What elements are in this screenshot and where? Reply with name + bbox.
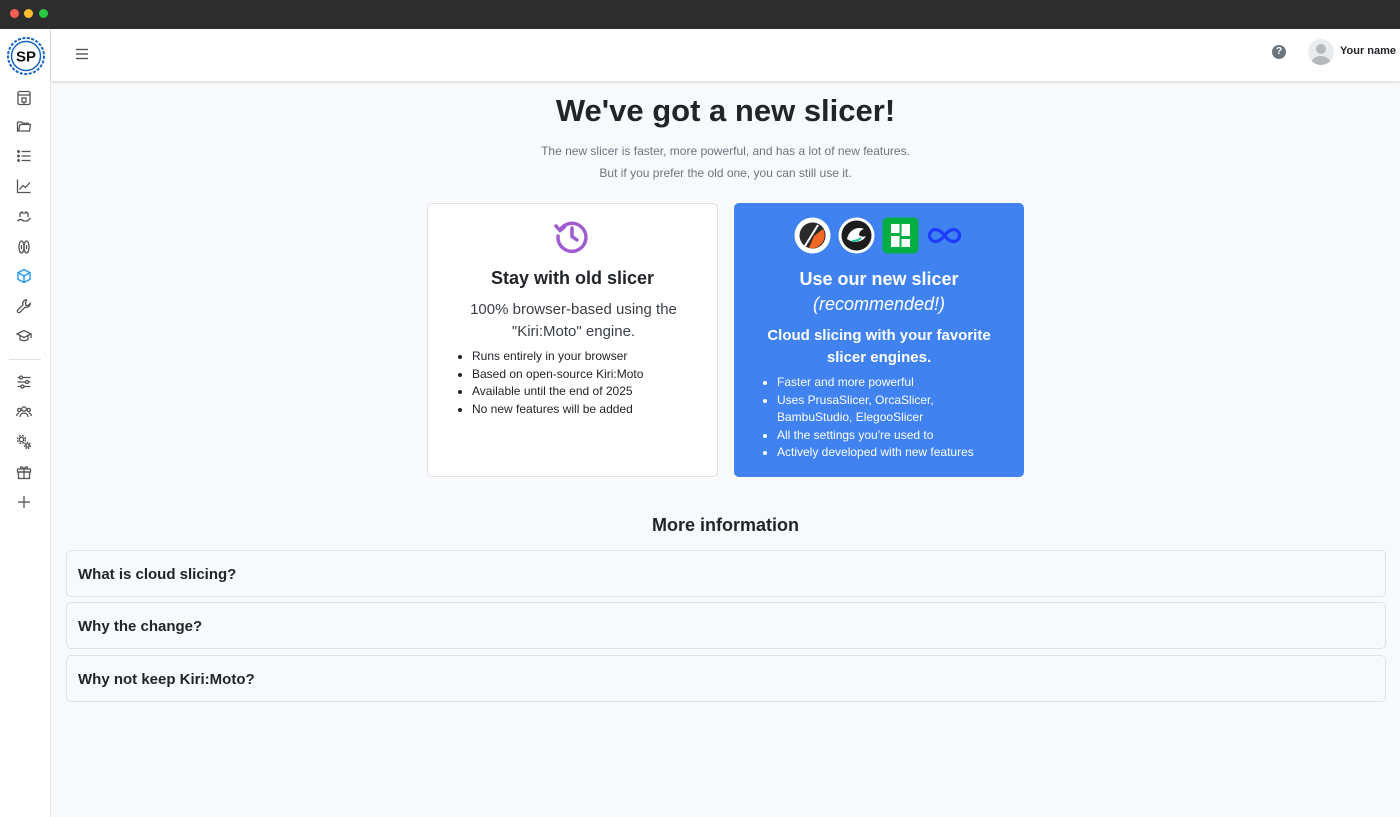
history-icon: [553, 217, 591, 255]
window-maximize-button[interactable]: [39, 9, 48, 18]
list-item: Uses PrusaSlicer, OrcaSlicer, BambuStudi…: [777, 392, 1011, 427]
new-slicer-title: Use our new slicer: [799, 269, 959, 289]
orcaslicer-icon: [838, 217, 875, 254]
app-logo[interactable]: SP: [6, 36, 46, 76]
help-icon[interactable]: ?: [1272, 45, 1286, 59]
list-item: Runs entirely in your browser: [472, 348, 643, 366]
new-slicer-features: Faster and more powerful Uses PrusaSlice…: [761, 374, 1011, 462]
window-titlebar: [0, 0, 1400, 29]
sidebar-item-maintenance[interactable]: [14, 296, 34, 316]
sidebar-item-slicer[interactable]: [14, 266, 34, 286]
subtitle-line-2: But if you prefer the old one, you can s…: [599, 166, 852, 180]
list-item: Faster and more powerful: [777, 374, 1011, 392]
tray-hand-icon: [17, 211, 31, 222]
recommended-label: (recommended!): [812, 294, 946, 314]
gift-icon: [16, 466, 32, 480]
gears-icon: [16, 434, 32, 450]
svg-text:SP: SP: [16, 49, 36, 66]
faq-item-why-change[interactable]: Why the change?: [66, 602, 1386, 649]
sidebar: SP: [0, 29, 51, 817]
sidebar-item-learn[interactable]: [14, 326, 34, 346]
faq-item-why-not-kirimoto[interactable]: Why not keep Kiri:Moto?: [66, 655, 1386, 702]
folder-icon: [16, 121, 32, 132]
users-icon: [16, 406, 32, 418]
new-slicer-description: Cloud slicing with your favorite slicer …: [767, 327, 991, 366]
sidebar-item-queue[interactable]: [14, 146, 34, 166]
sidebar-item-filament[interactable]: [14, 237, 34, 257]
sidebar-item-statistics[interactable]: [14, 176, 34, 196]
user-silhouette-icon: [1311, 44, 1331, 65]
list-item: All the settings you're used to: [777, 427, 1011, 445]
prusaslicer-icon: [794, 217, 831, 254]
chart-line-icon: [16, 179, 31, 194]
sidebar-item-files[interactable]: [14, 116, 34, 136]
old-slicer-card[interactable]: Stay with old slicer 100% browser-based …: [427, 203, 718, 477]
more-information-heading: More information: [652, 515, 799, 535]
sidebar-item-add[interactable]: [14, 492, 34, 512]
user-name[interactable]: Your name: [1340, 45, 1396, 57]
sidebar-divider: [9, 359, 41, 360]
sidebar-item-referral[interactable]: [14, 462, 34, 482]
wrench-icon: [16, 299, 31, 314]
window-close-button[interactable]: [10, 9, 19, 18]
sidebar-item-printers[interactable]: [14, 88, 34, 108]
faq-question: Why not keep Kiri:Moto?: [78, 671, 255, 688]
sidebar-item-team[interactable]: [14, 402, 34, 422]
sidebar-item-farm[interactable]: [14, 207, 34, 227]
window-minimize-button[interactable]: [24, 9, 33, 18]
slicer-engine-icons: [794, 217, 974, 255]
list-icon: [17, 150, 31, 162]
hamburger-icon: [76, 48, 88, 60]
old-slicer-features: Runs entirely in your browser Based on o…: [456, 348, 643, 418]
list-item: No new features will be added: [472, 401, 643, 419]
faq-question: Why the change?: [78, 618, 203, 635]
printer-icon: [17, 90, 31, 106]
top-bar: ? Your name: [51, 29, 1400, 81]
sidebar-item-integrations[interactable]: [14, 432, 34, 452]
new-slicer-card[interactable]: Use our new slicer (recommended!) Cloud …: [734, 203, 1024, 477]
plus-icon: [18, 496, 30, 508]
sliders-icon: [17, 375, 31, 389]
bambustudio-icon: [882, 217, 919, 254]
list-item: Based on open-source Kiri:Moto: [472, 366, 643, 384]
elegooslicer-icon: [926, 217, 963, 254]
faq-question: What is cloud slicing?: [78, 566, 237, 583]
filament-icon: [18, 240, 30, 254]
menu-toggle-button[interactable]: [73, 45, 91, 63]
sidebar-item-settings[interactable]: [14, 372, 34, 392]
cube-icon: [17, 268, 31, 284]
subtitle-line-1: The new slicer is faster, more powerful,…: [541, 144, 910, 158]
faq-item-cloud-slicing[interactable]: What is cloud slicing?: [66, 550, 1386, 597]
avatar[interactable]: [1308, 39, 1334, 65]
old-slicer-description: 100% browser-based using the "Kiri:Moto"…: [470, 301, 677, 340]
old-slicer-title: Stay with old slicer: [490, 268, 655, 288]
page-title: We've got a new slicer!: [555, 93, 896, 128]
graduation-cap-icon: [16, 329, 32, 342]
list-item: Actively developed with new features: [777, 444, 1011, 462]
list-item: Available until the end of 2025: [472, 383, 643, 401]
